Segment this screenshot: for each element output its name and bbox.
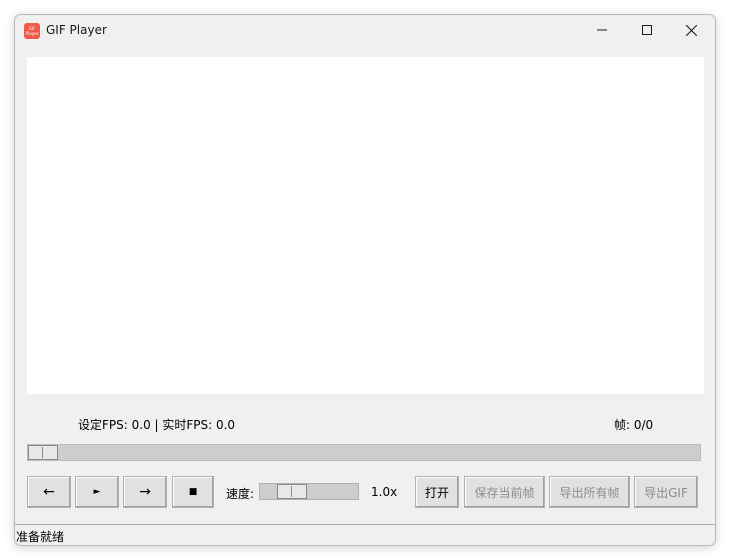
previous-frame-button[interactable]: ← xyxy=(27,476,71,508)
window-title: GIF Player xyxy=(46,23,107,37)
speed-value: 1.0x xyxy=(371,485,398,499)
fps-readout: 设定FPS: 0.0 | 实时FPS: 0.0 xyxy=(78,418,236,432)
play-button[interactable]: ► xyxy=(75,476,119,508)
stop-icon: ■ xyxy=(188,487,198,497)
save-current-frame-button[interactable]: 保存当前帧 xyxy=(464,476,545,508)
close-button[interactable] xyxy=(669,15,714,45)
speed-label: 速度: xyxy=(226,487,255,501)
maximize-button[interactable] xyxy=(624,15,669,45)
minimize-icon xyxy=(596,29,607,31)
arrow-right-icon: → xyxy=(139,484,151,500)
speed-slider-thumb[interactable] xyxy=(277,484,307,499)
export-all-frames-button[interactable]: 导出所有帧 xyxy=(549,476,630,508)
close-icon xyxy=(686,24,697,36)
play-icon: ► xyxy=(93,487,101,497)
export-gif-button[interactable]: 导出GIF xyxy=(634,476,698,508)
status-bar: 准备就绪 xyxy=(15,524,715,545)
maximize-icon xyxy=(641,25,652,35)
frame-counter: 帧: 0/0 xyxy=(614,418,654,432)
gif-display-canvas xyxy=(27,57,704,394)
progress-slider-thumb[interactable] xyxy=(28,445,58,460)
app-icon: GIF Player xyxy=(24,23,40,39)
stop-button[interactable]: ■ xyxy=(172,476,214,508)
speed-slider[interactable] xyxy=(259,483,359,500)
arrow-left-icon: ← xyxy=(43,484,55,500)
next-frame-button[interactable]: → xyxy=(123,476,167,508)
frame-progress-slider[interactable] xyxy=(27,444,701,461)
app-window: GIF Player GIF Player 设定FPS: 0.0 | 实时FPS:… xyxy=(14,14,716,546)
minimize-button[interactable] xyxy=(579,15,624,45)
title-bar[interactable]: GIF Player GIF Player xyxy=(15,15,715,47)
status-text: 准备就绪 xyxy=(16,530,65,544)
open-button[interactable]: 打开 xyxy=(415,476,459,508)
